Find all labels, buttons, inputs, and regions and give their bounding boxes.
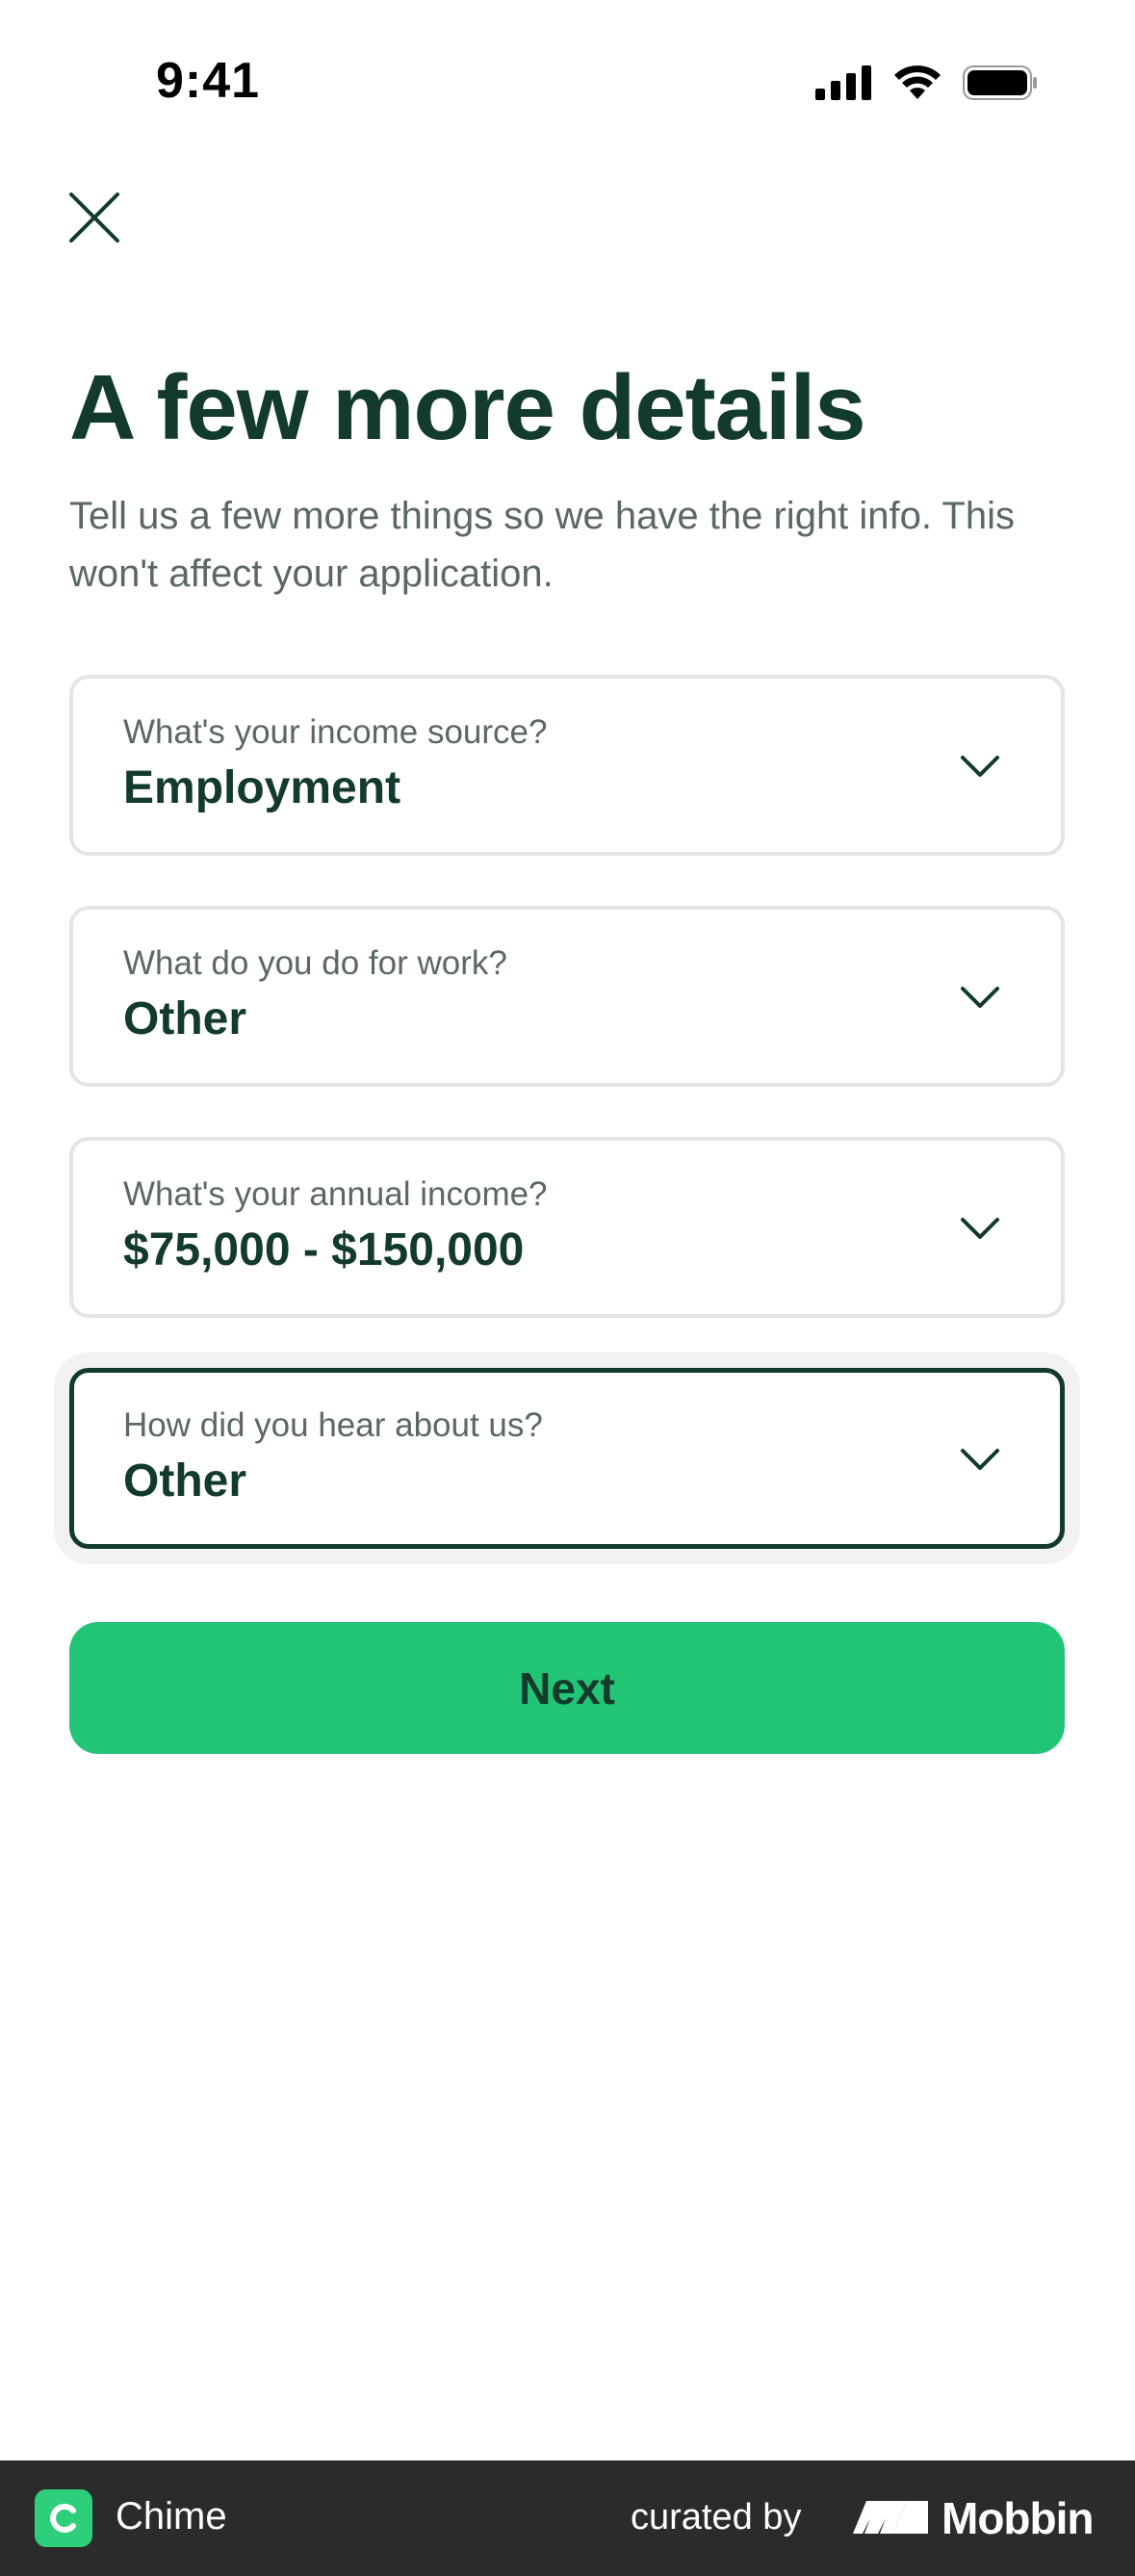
chevron-down-icon [959,983,1001,1012]
field-label: What's your annual income? [123,1175,548,1213]
chevron-down-icon [959,752,1001,781]
field-value: Employment [123,762,401,813]
status-icons [815,62,1039,108]
occupation-select[interactable]: What do you do for work? Other [69,906,1065,1087]
field-value: Other [123,993,247,1044]
footer: Chime curated by Mobbin [0,2460,1135,2576]
mobbin-logo: Mobbin [851,2491,1094,2545]
chevron-down-icon [959,1445,1001,1474]
annual-income-select[interactable]: What's your annual income? $75,000 - $15… [69,1137,1065,1318]
wifi-icon [892,64,942,106]
next-button[interactable]: Next [69,1622,1065,1754]
field-label: What's your income source? [123,713,548,751]
field-value: Other [123,1455,247,1507]
field-label: What do you do for work? [123,944,507,982]
cellular-signal-icon [815,64,873,105]
footer-app-name: Chime [116,2495,227,2537]
footer-brand: Mobbin [942,2493,1094,2543]
close-icon [67,191,121,249]
page-subtitle: Tell us a few more things so we have the… [69,495,1015,595]
field-value: $75,000 - $150,000 [123,1224,525,1275]
income-source-select[interactable]: What's your income source? Employment [69,675,1065,856]
mobbin-logo-icon [851,2497,932,2540]
status-time: 9:41 [156,53,261,109]
field-label: How did you hear about us? [123,1406,543,1444]
close-button[interactable] [64,189,125,250]
chime-app-icon [35,2489,92,2547]
page-title: A few more details [69,356,866,459]
chevron-down-icon [959,1214,1001,1243]
footer-curated-by: curated by [631,2497,802,2537]
referral-source-select[interactable]: How did you hear about us? Other [69,1368,1065,1549]
battery-icon [962,64,1039,106]
status-bar: 9:41 [0,0,1135,144]
